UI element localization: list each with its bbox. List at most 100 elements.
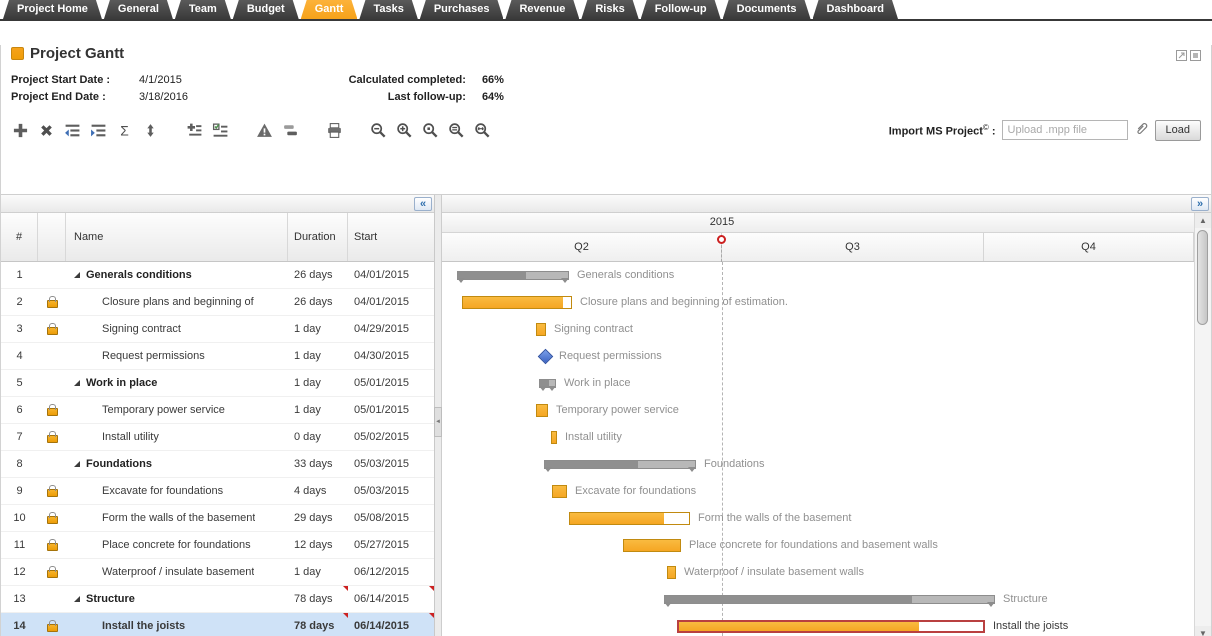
task-name-cell: Place concrete for foundations	[66, 532, 288, 558]
column-header-number[interactable]: #	[1, 213, 38, 261]
add-task-icon[interactable]	[11, 121, 30, 140]
tab-revenue[interactable]: Revenue	[505, 0, 579, 19]
gantt-summary-bar[interactable]	[544, 460, 696, 469]
column-header-name[interactable]: Name	[66, 213, 288, 261]
attachment-icon[interactable]	[1134, 121, 1149, 139]
table-row[interactable]: 5Work in place1 day05/01/2015	[1, 370, 434, 397]
zoom-day-icon[interactable]	[421, 121, 440, 140]
tab-general[interactable]: General	[104, 0, 173, 19]
gantt-body: Generals conditionsClosure plans and beg…	[442, 262, 1194, 636]
scrollbar-track[interactable]	[1195, 228, 1211, 626]
project-end-date-label: Project End Date :	[11, 91, 123, 103]
task-progress	[679, 622, 919, 631]
gantt-milestone[interactable]	[538, 349, 554, 365]
expand-caret-icon[interactable]	[74, 272, 80, 278]
tab-team[interactable]: Team	[175, 0, 231, 19]
zoom-in-icon[interactable]	[395, 121, 414, 140]
gantt-task-bar[interactable]	[569, 512, 690, 525]
move-task-icon[interactable]	[141, 121, 160, 140]
table-row[interactable]: 11Place concrete for foundations12 days0…	[1, 532, 434, 559]
critical-tasks-icon[interactable]	[255, 121, 274, 140]
table-row[interactable]: 8Foundations33 days05/03/2015	[1, 451, 434, 478]
table-row[interactable]: 2Closure plans and beginning of26 days04…	[1, 289, 434, 316]
table-row[interactable]: 1Generals conditions26 days04/01/2015	[1, 262, 434, 289]
gantt-task-bar[interactable]	[677, 620, 985, 633]
expand-caret-icon[interactable]	[74, 380, 80, 386]
row-number: 3	[1, 316, 38, 342]
gantt-task-bar[interactable]	[551, 431, 557, 444]
gantt-task-bar[interactable]	[536, 404, 548, 417]
insert-tasks-icon[interactable]	[185, 121, 204, 140]
task-duration: 1 day	[288, 343, 348, 369]
task-checklist-icon[interactable]	[211, 121, 230, 140]
popout-widget-icon[interactable]	[1190, 48, 1201, 59]
gantt-summary-bar[interactable]	[457, 271, 569, 280]
tab-budget[interactable]: Budget	[233, 0, 299, 19]
tab-risks[interactable]: Risks	[581, 0, 638, 19]
table-row[interactable]: 7Install utility0 day05/02/2015	[1, 424, 434, 451]
splitter-handle[interactable]: ◄	[434, 407, 442, 437]
expand-gantt-button[interactable]: »	[1191, 197, 1209, 211]
task-duration: 0 day	[288, 424, 348, 450]
upload-mpp-input[interactable]	[1002, 120, 1128, 140]
table-row[interactable]: 10Form the walls of the basement29 days0…	[1, 505, 434, 532]
table-row[interactable]: 14Install the joists78 days06/14/2015	[1, 613, 434, 636]
task-start: 04/29/2015	[348, 316, 434, 342]
zoom-out-icon[interactable]	[369, 121, 388, 140]
column-header-duration[interactable]: Duration	[288, 213, 348, 261]
gantt-task-bar[interactable]	[552, 485, 567, 498]
collapse-table-button[interactable]: «	[414, 197, 432, 211]
zoom-week-icon[interactable]	[447, 121, 466, 140]
gantt-summary-bar[interactable]	[664, 595, 995, 604]
lock-cell	[38, 478, 66, 504]
column-header-lock	[38, 213, 66, 261]
gantt-summary-bar[interactable]	[539, 379, 556, 388]
table-row[interactable]: 9Excavate for foundations4 days05/03/201…	[1, 478, 434, 505]
table-row[interactable]: 12Waterproof / insulate basement1 day06/…	[1, 559, 434, 586]
tab-purchases[interactable]: Purchases	[420, 0, 504, 19]
indent-task-icon[interactable]	[89, 121, 108, 140]
tab-dashboard[interactable]: Dashboard	[813, 0, 898, 19]
outdent-task-icon[interactable]	[63, 121, 82, 140]
expand-widget-icon[interactable]	[1176, 48, 1187, 59]
baseline-icon[interactable]	[281, 121, 300, 140]
scrollbar-thumb[interactable]	[1197, 230, 1208, 325]
expand-caret-icon[interactable]	[74, 596, 80, 602]
table-row[interactable]: 6Temporary power service1 day05/01/2015	[1, 397, 434, 424]
zoom-fit-icon[interactable]	[473, 121, 492, 140]
scroll-up-arrow[interactable]: ▲	[1195, 213, 1211, 228]
gantt-task-bar[interactable]	[623, 539, 681, 552]
print-icon[interactable]	[325, 121, 344, 140]
column-header-start[interactable]: Start	[348, 213, 434, 261]
task-name-cell: Structure	[66, 586, 288, 612]
tab-follow-up[interactable]: Follow-up	[641, 0, 721, 19]
year-label: 2015	[710, 216, 734, 228]
gantt-task-bar[interactable]	[462, 296, 572, 309]
gantt-bar-label: Excavate for foundations	[575, 478, 696, 505]
summary-task-icon[interactable]: Σ	[115, 121, 134, 140]
lock-cell	[38, 451, 66, 477]
tab-gantt[interactable]: Gantt	[301, 0, 358, 19]
pane-splitter[interactable]: ◄	[435, 195, 442, 636]
task-name-cell: Install utility	[66, 424, 288, 450]
tab-project-home[interactable]: Project Home	[3, 0, 102, 19]
tab-tasks[interactable]: Tasks	[359, 0, 417, 19]
delete-task-icon[interactable]	[37, 121, 56, 140]
scroll-down-arrow[interactable]: ▼	[1195, 626, 1211, 636]
table-row[interactable]: 13Structure78 days06/14/2015	[1, 586, 434, 613]
row-number: 8	[1, 451, 38, 477]
task-progress	[570, 513, 664, 524]
task-name: Excavate for foundations	[102, 485, 223, 497]
table-row[interactable]: 3Signing contract1 day04/29/2015	[1, 316, 434, 343]
calculated-completed-value: 66%	[482, 74, 504, 86]
gantt-task-bar[interactable]	[667, 566, 676, 579]
tab-documents[interactable]: Documents	[723, 0, 811, 19]
gantt-bar-label: Place concrete for foundations and basem…	[689, 532, 938, 559]
project-gantt-icon	[11, 47, 24, 60]
gantt-task-bar[interactable]	[536, 323, 546, 336]
gantt-v-scrollbar[interactable]: ▲ ▼	[1194, 213, 1211, 636]
tab-bar: Project HomeGeneralTeamBudgetGanttTasksP…	[0, 0, 1212, 21]
expand-caret-icon[interactable]	[74, 461, 80, 467]
load-button[interactable]: Load	[1155, 120, 1201, 141]
table-row[interactable]: 4Request permissions1 day04/30/2015	[1, 343, 434, 370]
